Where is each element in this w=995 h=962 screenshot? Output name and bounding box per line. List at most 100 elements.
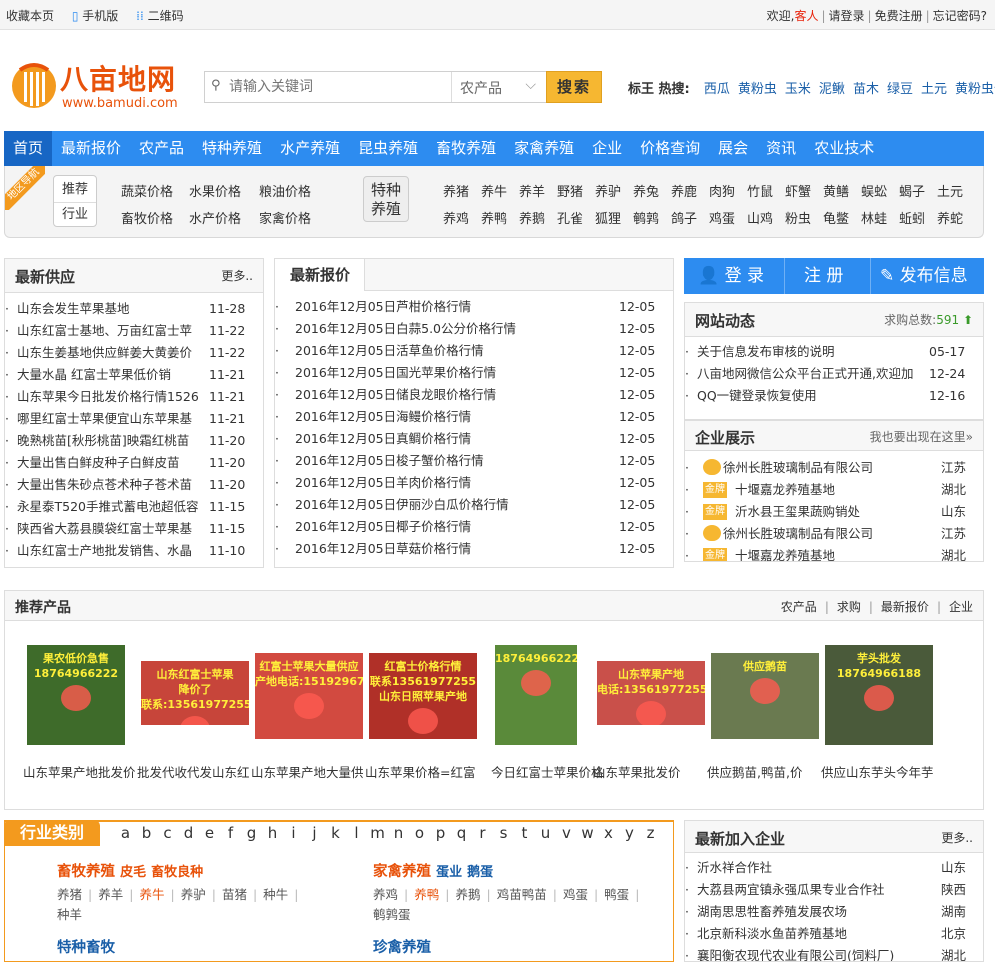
nav-link[interactable]: 蔬菜价格 [121, 181, 189, 200]
product-image[interactable]: 芋头批发 18764966188 [825, 645, 933, 745]
nav-link[interactable]: 野猪 [557, 181, 595, 200]
letter-index-item[interactable]: r [472, 824, 493, 842]
product-caption[interactable]: 今日红富士苹果价格 [491, 762, 603, 781]
nav-link[interactable]: 养驴 [595, 181, 633, 200]
letter-index-item[interactable]: n [388, 824, 409, 842]
letter-index-item[interactable]: v [556, 824, 577, 842]
list-item[interactable]: · 金牌 十堰嘉龙养殖基地 湖北 [685, 545, 983, 561]
hot-term[interactable]: 泥鳅 [819, 82, 845, 97]
list-item[interactable]: · 山东会发生苹果基地 11-28 [5, 298, 263, 320]
letter-index-item[interactable]: d [178, 824, 199, 842]
product-caption[interactable]: 供应山东芋头今年芋 [821, 762, 933, 781]
letter-index-item[interactable]: l [346, 824, 367, 842]
nav-item[interactable]: 企业 [583, 131, 631, 166]
nav-item[interactable]: 资讯 [757, 131, 805, 166]
letter-index-item[interactable]: u [535, 824, 556, 842]
list-item[interactable]: · 陕西省大荔县膜袋红富士苹果基 11-15 [5, 518, 263, 540]
publish-button[interactable]: ✎ 发布信息 [880, 258, 968, 294]
category-link[interactable]: 养鹅 [455, 887, 480, 902]
category-heading[interactable]: 家禽养殖 [373, 864, 431, 880]
list-item[interactable]: · 北京新科淡水鱼苗养殖基地 北京 [685, 923, 983, 945]
nav-link[interactable]: 水产价格 [189, 208, 259, 227]
login-link[interactable]: 请登录 [829, 9, 865, 23]
list-item[interactable]: · 2016年12月05日芦柑价格行情 12-05 [275, 296, 673, 318]
product-caption[interactable]: 山东苹果价格=红富 [365, 762, 477, 781]
nav-link[interactable]: 黄鳝 [823, 181, 861, 200]
list-item[interactable]: · 2016年12月05日储良龙眼价格行情 12-05 [275, 384, 673, 406]
list-item[interactable]: · 2016年12月05日梭子蟹价格行情 12-05 [275, 450, 673, 472]
nav-item-home[interactable]: 首页 [4, 131, 53, 166]
product-caption[interactable]: 山东苹果批发价 [593, 762, 705, 781]
forgot-password-link[interactable]: 忘记密码? [933, 9, 987, 23]
category-link[interactable]: 养羊 [98, 887, 123, 902]
nav-link[interactable]: 鸽子 [671, 208, 709, 227]
letter-index-item[interactable]: e [199, 824, 220, 842]
search-input[interactable] [229, 76, 449, 98]
rec-link-purchase[interactable]: 求购 [837, 600, 861, 614]
list-item[interactable]: · 大荔县两宜镇永强瓜果专业合作社 陕西 [685, 879, 983, 901]
nav-link[interactable]: 家禽价格 [259, 208, 311, 227]
nav-item[interactable]: 最新报价 [52, 131, 130, 166]
nav-link[interactable]: 土元 [937, 181, 963, 200]
list-item[interactable]: · 2016年12月05日白蒜5.0公分价格行情 12-05 [275, 318, 673, 340]
nav-link[interactable]: 蝎子 [899, 181, 937, 200]
nav-link[interactable]: 养鸡 [443, 208, 481, 227]
rec-link-products[interactable]: 农产品 [781, 600, 817, 614]
nav-item[interactable]: 农产品 [130, 131, 193, 166]
product-caption[interactable]: 供应鹅苗,鸭苗,价 [707, 762, 819, 781]
nav-link[interactable]: 蜈蚣 [861, 181, 899, 200]
list-item[interactable]: · 徐州长胜玻璃制品有限公司 江苏 [685, 457, 983, 479]
nav-link[interactable]: 山鸡 [747, 208, 785, 227]
nav-link[interactable]: 养鹿 [671, 181, 709, 200]
letter-index-item[interactable]: a [115, 824, 136, 842]
letter-index-item[interactable]: m [367, 824, 388, 842]
favorite-link[interactable]: 收藏本页 [6, 9, 54, 23]
product-caption[interactable]: 批发代收代发山东红 [137, 762, 249, 781]
mobile-link[interactable]: ▯ 手机版 [72, 9, 118, 23]
nav-item[interactable]: 价格查询 [631, 131, 709, 166]
product-caption[interactable]: 山东苹果产地批发价 [23, 762, 135, 781]
hot-term[interactable]: 西瓜 [704, 82, 730, 97]
list-item[interactable]: · 大量出售朱砂点苍术种子苍术苗 11-20 [5, 474, 263, 496]
letter-index-item[interactable]: s [493, 824, 514, 842]
letter-index-item[interactable]: h [262, 824, 283, 842]
product-image[interactable]: 山东苹果产地 电话:13561977255 [597, 661, 705, 725]
letter-index-item[interactable]: t [514, 824, 535, 842]
list-item[interactable]: · 沂水祥合作社 山东 [685, 857, 983, 879]
nav-link[interactable]: 鸡蛋 [709, 208, 747, 227]
nav-link[interactable]: 鹌鹑 [633, 208, 671, 227]
letter-index-item[interactable]: w [577, 824, 598, 842]
nav-link[interactable]: 养羊 [519, 181, 557, 200]
nav-item[interactable]: 昆虫养殖 [349, 131, 427, 166]
list-item[interactable]: · 山东生姜基地供应鲜姜大黄姜价 11-22 [5, 342, 263, 364]
list-item[interactable]: · 哪里红富士苹果便宜山东苹果基 11-21 [5, 408, 263, 430]
letter-index-item[interactable]: o [409, 824, 430, 842]
list-item[interactable]: · 关于信息发布审核的说明 05-17 [685, 341, 983, 363]
nav-item[interactable]: 特种养殖 [193, 131, 271, 166]
nav-link[interactable]: 水果价格 [189, 181, 259, 200]
list-item[interactable]: · 襄阳衡农现代农业有限公司(饲料厂) 湖北 [685, 945, 983, 961]
list-item[interactable]: · QQ一键登录恢复使用 12-16 [685, 385, 983, 407]
hot-term[interactable]: 玉米 [785, 82, 811, 97]
search-category-select[interactable]: 农产品 ⌵ [451, 72, 546, 102]
list-item[interactable]: · 金牌 十堰嘉龙养殖基地 湖北 [685, 479, 983, 501]
list-item[interactable]: · 2016年12月05日海鳗价格行情 12-05 [275, 406, 673, 428]
list-item[interactable]: · 大量出售白鲜皮种子白鲜皮苗 11-20 [5, 452, 263, 474]
category-link[interactable]: 鸡蛋 [563, 887, 588, 902]
category-link[interactable]: 鸡苗鸭苗 [497, 887, 547, 902]
nav-link[interactable]: 养猪 [443, 181, 481, 200]
nav-link[interactable]: 养蛇 [937, 208, 963, 227]
nav-item[interactable]: 农业技术 [805, 131, 883, 166]
nav-item[interactable]: 展会 [709, 131, 757, 166]
nav-item[interactable]: 畜牧养殖 [427, 131, 505, 166]
list-item[interactable]: · 2016年12月05日伊丽沙白瓜价格行情 12-05 [275, 494, 673, 516]
category-heading[interactable]: 畜牧养殖 [57, 864, 115, 880]
list-item[interactable]: · 山东苹果今日批发价格行情1526 11-21 [5, 386, 263, 408]
register-link[interactable]: 免费注册 [875, 9, 923, 23]
nav-link[interactable]: 肉狗 [709, 181, 747, 200]
category-link[interactable]: 种牛 [263, 887, 288, 902]
hot-term[interactable]: 苗木 [853, 82, 879, 97]
nav-link[interactable]: 养鹅 [519, 208, 557, 227]
product-image[interactable]: 红富士苹果大量供应产地电话:15192967868 [255, 653, 363, 739]
nav-link[interactable]: 蚯蚓 [899, 208, 937, 227]
